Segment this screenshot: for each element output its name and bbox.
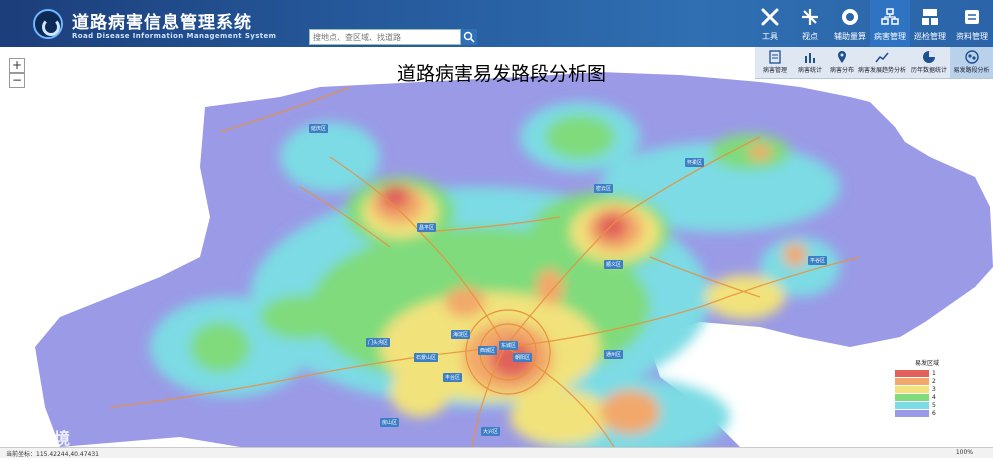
app-header: 道路病害信息管理系统 Road Disease Information Mana… <box>0 0 993 47</box>
legend-item: 5 <box>895 401 943 409</box>
app-subtitle: Road Disease Information Management Syst… <box>72 32 277 40</box>
district-label: 门头沟区 <box>366 338 391 347</box>
submenu-label: 历年数据统计 <box>910 67 947 74</box>
list-icon <box>769 50 781 64</box>
district-label: 东城区 <box>499 341 519 350</box>
tool-label: 病害管理 <box>874 32 906 41</box>
submenu-prone-section[interactable]: 易发路段分析 <box>950 47 993 78</box>
district-label: 朝阳区 <box>513 353 533 362</box>
inspection-icon <box>922 9 938 25</box>
watermark: 大数跨境 <box>3 429 72 448</box>
district-label: 昌平区 <box>417 223 437 232</box>
tool-label: 资料管理 <box>956 32 988 41</box>
region-level-2 <box>748 144 772 160</box>
map-legend: 易发区域 1 2 3 4 5 6 <box>895 358 943 417</box>
legend-swatch <box>895 369 929 377</box>
status-bar: 当前坐标：115.42244,40.47431 100% <box>0 447 993 458</box>
district-label: 怀柔区 <box>685 158 705 167</box>
trend-icon <box>875 52 889 63</box>
tool-tools[interactable]: 工具 <box>750 0 790 47</box>
tools-icon <box>761 8 779 26</box>
bar-chart-icon <box>805 53 815 63</box>
tool-measure[interactable]: 辅助量算 <box>830 0 870 47</box>
region-level-2 <box>600 390 660 434</box>
legend-label: 6 <box>932 409 936 417</box>
tool-disease-manage[interactable]: 病害管理 <box>870 0 910 47</box>
district-label: 顺义区 <box>604 260 624 269</box>
heatmap-layer <box>35 72 993 458</box>
tool-label: 工具 <box>762 32 778 41</box>
submenu-bar: 病害管理 病害统计 病害分布 病害发展趋势分析 历年数据统计 易发路段分析 <box>755 47 993 79</box>
zoom-out-button[interactable]: − <box>9 73 25 88</box>
pie-chart-icon <box>923 51 935 63</box>
measure-icon <box>842 9 858 25</box>
district-label: 石景山区 <box>414 353 439 362</box>
region-level-3 <box>510 389 610 445</box>
disease-manage-icon <box>881 8 899 25</box>
legend-label: 3 <box>932 385 936 393</box>
legend-swatch <box>895 393 929 401</box>
legend-swatch <box>895 409 929 417</box>
region-level-4 <box>190 322 250 372</box>
region-level-3 <box>390 367 450 417</box>
legend-swatch <box>895 377 929 385</box>
legend-label: 4 <box>932 393 936 401</box>
submenu-label: 易发路段分析 <box>953 67 990 74</box>
legend-item: 2 <box>895 377 943 385</box>
district-label: 延庆区 <box>309 124 329 133</box>
district-label: 房山区 <box>380 418 400 427</box>
legend-label: 5 <box>932 401 936 409</box>
app-logo-icon <box>33 9 63 39</box>
search-input[interactable] <box>309 29 461 45</box>
tool-label: 巡检管理 <box>914 32 946 41</box>
zoom-level-select[interactable]: 100% <box>956 449 973 456</box>
search-button[interactable] <box>461 29 477 45</box>
legend-item: 6 <box>895 409 943 417</box>
cluster-icon <box>964 50 979 64</box>
submenu-label: 病害分布 <box>829 67 854 74</box>
map-canvas[interactable]: 延庆区 怀柔区 昌平区 密云区 顺义区 平谷区 海淀区 门头沟区 石景山区 西城… <box>0 47 993 458</box>
legend-label: 1 <box>932 369 936 377</box>
submenu-disease-trend[interactable]: 病害发展趋势分析 <box>857 47 907 78</box>
submenu-disease-manage[interactable]: 病害管理 <box>757 47 793 78</box>
legend-label: 2 <box>932 377 936 385</box>
zoom-in-button[interactable]: + <box>9 58 25 73</box>
region-level-4 <box>260 295 340 339</box>
region-level-1 <box>381 185 409 209</box>
tool-documents[interactable]: 资料管理 <box>952 0 992 47</box>
legend-item: 1 <box>895 369 943 377</box>
submenu-label: 病害统计 <box>797 67 822 74</box>
district-label: 通州区 <box>604 350 624 359</box>
tool-viewpoint[interactable]: 视点 <box>790 0 830 47</box>
submenu-label: 病害管理 <box>762 67 787 74</box>
search-icon <box>463 31 475 43</box>
legend-swatch <box>895 401 929 409</box>
tool-label: 辅助量算 <box>834 32 866 41</box>
district-label: 西城区 <box>478 346 498 355</box>
region-level-4 <box>545 115 615 159</box>
document-icon <box>965 10 979 24</box>
location-pin-icon <box>838 51 846 63</box>
submenu-disease-stats[interactable]: 病害统计 <box>793 47 827 78</box>
district-label: 丰台区 <box>443 373 463 382</box>
region-level-2 <box>783 243 807 267</box>
submenu-yearly-stats[interactable]: 历年数据统计 <box>909 47 949 78</box>
legend-item: 4 <box>895 393 943 401</box>
region-level-2 <box>536 269 564 305</box>
viewpoint-icon <box>802 9 818 25</box>
region-level-2 <box>445 287 485 317</box>
district-label: 密云区 <box>594 184 614 193</box>
tool-label: 视点 <box>802 32 818 41</box>
submenu-disease-distribution[interactable]: 病害分布 <box>827 47 857 78</box>
submenu-label: 病害发展趋势分析 <box>857 67 906 74</box>
app-title: 道路病害信息管理系统 <box>72 13 252 33</box>
district-label: 大兴区 <box>481 427 501 436</box>
legend-item: 3 <box>895 385 943 393</box>
map-title: 道路病害易发路段分析图 <box>397 63 607 85</box>
tool-inspection[interactable]: 巡检管理 <box>910 0 950 47</box>
legend-title: 易发区域 <box>915 360 940 367</box>
legend-swatch <box>895 385 929 393</box>
district-label: 海淀区 <box>451 330 471 339</box>
district-label: 平谷区 <box>808 256 828 265</box>
